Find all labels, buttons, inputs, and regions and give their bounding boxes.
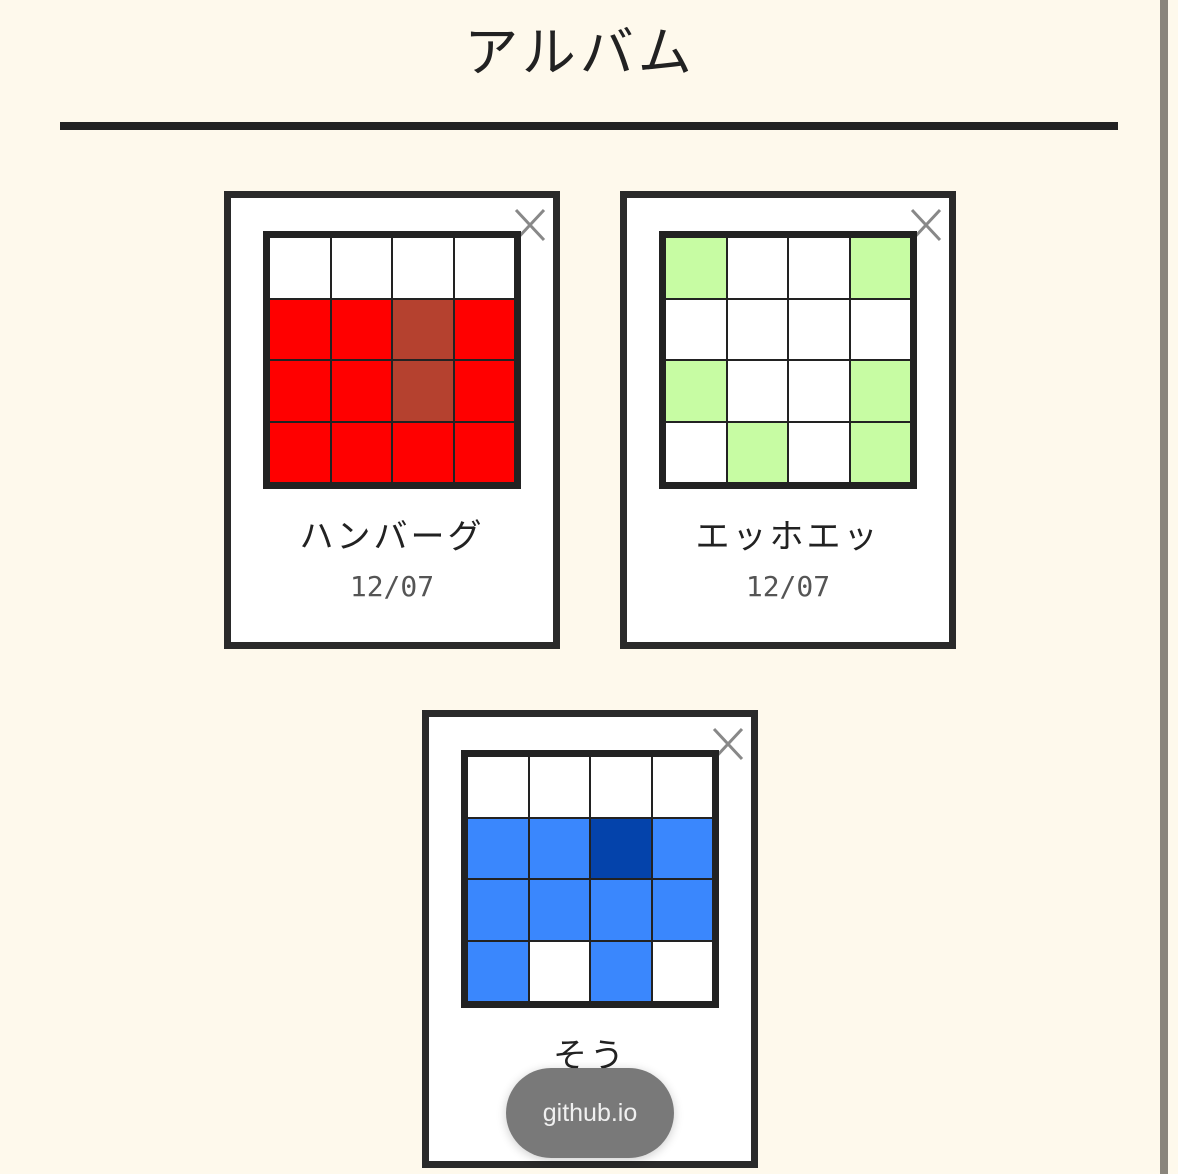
- pixel-cell: [591, 818, 651, 878]
- pixel-cell: [591, 941, 651, 1001]
- pixel-cell: [666, 299, 726, 359]
- pixel-cell: [468, 880, 528, 940]
- pixel-cell: [529, 757, 589, 817]
- pixel-cell: [789, 238, 849, 298]
- pixel-cell: [454, 238, 514, 298]
- pixel-cell: [468, 818, 528, 878]
- pixel-cell: [727, 299, 787, 359]
- pixel-cell: [591, 757, 651, 817]
- pixel-cell: [454, 361, 514, 421]
- pixel-cell: [850, 238, 910, 298]
- pixel-cell: [270, 422, 330, 482]
- pixel-cell: [850, 361, 910, 421]
- pixel-cell: [652, 818, 712, 878]
- scrollbar[interactable]: [1160, 0, 1168, 1174]
- pixel-cell: [331, 238, 391, 298]
- pixel-cell: [591, 880, 651, 940]
- pixel-cell: [454, 422, 514, 482]
- pixel-cell: [331, 361, 391, 421]
- pixel-cell: [727, 422, 787, 482]
- pixel-cell: [666, 361, 726, 421]
- pixel-cell: [270, 299, 330, 359]
- pixel-cell: [393, 361, 453, 421]
- pixel-cell: [666, 422, 726, 482]
- pixel-cell: [850, 299, 910, 359]
- album-card-1[interactable]: エッホエッ 12/07: [620, 191, 956, 649]
- pixel-cell: [850, 422, 910, 482]
- pixel-cell: [270, 238, 330, 298]
- album-item-date: 12/07: [349, 570, 435, 603]
- pixel-cell: [393, 299, 453, 359]
- pixel-cell: [529, 818, 589, 878]
- album-item-name: ハンバーグ: [299, 517, 485, 557]
- page-title: アルバム: [464, 21, 696, 84]
- pixel-cell: [529, 880, 589, 940]
- pixel-cell: [468, 941, 528, 1001]
- pixel-cell: [727, 361, 787, 421]
- pixel-art-grid: [659, 231, 917, 489]
- pixel-cell: [789, 361, 849, 421]
- pixel-cell: [393, 238, 453, 298]
- album-item-date: 12/07: [745, 570, 831, 603]
- pixel-cell: [652, 880, 712, 940]
- album-item-name: エッホエッ: [695, 517, 881, 557]
- pixel-art-grid: [263, 231, 521, 489]
- album-card-0[interactable]: ハンバーグ 12/07: [224, 191, 560, 649]
- title-divider: [60, 122, 1118, 130]
- pixel-cell: [468, 757, 528, 817]
- pixel-cell: [331, 422, 391, 482]
- pixel-cell: [331, 299, 391, 359]
- pixel-art-grid: [461, 750, 719, 1008]
- pixel-cell: [529, 941, 589, 1001]
- pixel-cell: [666, 238, 726, 298]
- pixel-cell: [652, 757, 712, 817]
- pixel-cell: [454, 299, 514, 359]
- pixel-cell: [652, 941, 712, 1001]
- site-domain-toast[interactable]: github.io: [506, 1068, 674, 1158]
- pixel-cell: [393, 422, 453, 482]
- pixel-cell: [727, 238, 787, 298]
- pixel-cell: [789, 422, 849, 482]
- pixel-cell: [789, 299, 849, 359]
- pixel-cell: [270, 361, 330, 421]
